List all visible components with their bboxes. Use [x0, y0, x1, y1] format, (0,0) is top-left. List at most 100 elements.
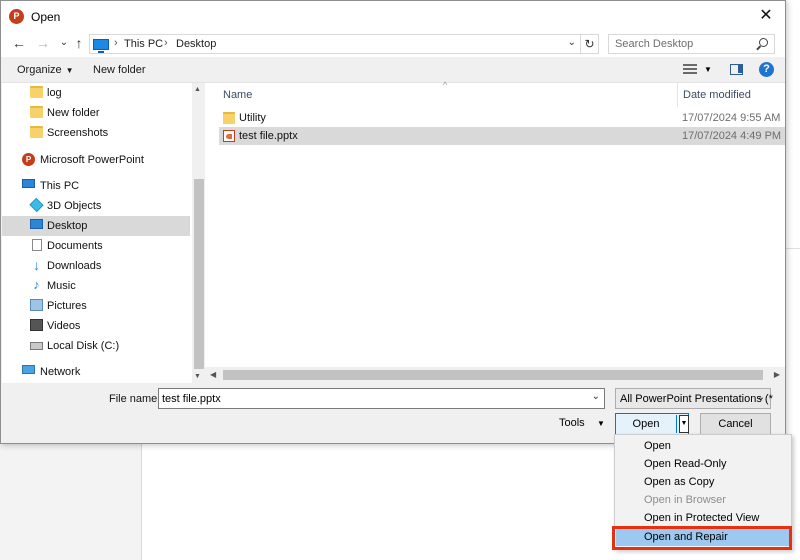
downloads-icon: ↓ — [33, 257, 40, 273]
tree-item-label: 3D Objects — [47, 200, 102, 212]
tree-item-documents[interactable]: Documents — [2, 236, 190, 256]
view-options-icon[interactable] — [683, 64, 697, 75]
chevron-down-icon[interactable]: ⌄ — [568, 37, 576, 48]
tools-button[interactable]: Tools — [559, 417, 585, 429]
scroll-up-icon[interactable]: ▲ — [194, 86, 201, 93]
open-dialog: P Open ✕ ← → ⌄ ↑ › This PC › Desktop ⌄ ↻… — [0, 0, 786, 444]
open-split-button[interactable]: Open ▼ — [615, 413, 689, 435]
tree-item-log[interactable]: log — [2, 83, 190, 103]
tree-item-videos[interactable]: Videos — [2, 316, 190, 336]
dialog-title: Open — [31, 10, 61, 24]
up-icon[interactable]: ↑ — [71, 35, 87, 51]
close-icon[interactable]: ✕ — [755, 5, 777, 27]
tree-item-label: Downloads — [47, 260, 102, 272]
file-row-test-file[interactable]: test file.pptx 17/07/2024 4:49 PM — [219, 127, 785, 145]
column-divider[interactable] — [677, 83, 678, 107]
caret-down-icon: ▼ — [65, 66, 74, 75]
music-icon: ♪ — [33, 277, 40, 292]
file-name-input[interactable] — [159, 389, 579, 408]
open-options-menu: Open Open Read-Only Open as Copy Open in… — [614, 434, 792, 550]
new-folder-button[interactable]: New folder — [93, 64, 146, 76]
search-icon[interactable] — [759, 38, 768, 47]
chevron-down-icon[interactable]: ⌄ — [592, 391, 600, 402]
breadcrumb-separator: › — [114, 37, 118, 49]
powerpoint-icon: P — [9, 9, 24, 24]
tree-item-label: Local Disk (C:) — [47, 340, 120, 352]
menu-item-label: Open in Protected View — [644, 512, 760, 524]
navigation-scrollbar[interactable]: ▲ ▼ — [192, 83, 204, 383]
scroll-left-icon[interactable]: ◀ — [210, 370, 216, 379]
tree-item-network[interactable]: Network — [2, 362, 190, 382]
help-icon[interactable]: ? — [759, 62, 774, 77]
search-input[interactable] — [609, 35, 749, 53]
menu-item-label: Open in Browser — [644, 494, 726, 506]
tree-item-3d-objects[interactable]: 3D Objects — [2, 196, 190, 216]
scroll-right-icon[interactable]: ▶ — [774, 370, 780, 379]
open-dropdown-arrow-icon[interactable]: ▼ — [679, 415, 689, 433]
forward-icon[interactable]: → — [35, 35, 51, 51]
folder-icon — [30, 126, 43, 138]
scroll-down-icon[interactable]: ▼ — [194, 373, 201, 380]
file-list: ^ Name Date modified Utility 17/07/2024 … — [205, 80, 785, 367]
powerpoint-icon: P — [22, 153, 35, 166]
file-type-select[interactable]: All PowerPoint Presentations (* ⌄ — [615, 388, 773, 409]
address-bar[interactable]: › This PC › Desktop ⌄ — [89, 34, 581, 54]
computer-icon — [22, 179, 35, 188]
breadcrumb-desktop[interactable]: Desktop — [176, 38, 216, 50]
tree-item-desktop[interactable]: Desktop — [2, 216, 190, 236]
menu-item-label: Open — [644, 440, 671, 452]
file-name: test file.pptx — [239, 130, 298, 142]
file-name-field[interactable]: ⌄ — [158, 388, 605, 409]
menu-item-label: Open Read-Only — [644, 458, 727, 470]
tree-item-new-folder[interactable]: New folder — [2, 103, 190, 123]
tree-item-screenshots[interactable]: Screenshots — [2, 123, 190, 143]
tree-item-label: This PC — [40, 180, 80, 192]
tree-item-label: log — [47, 87, 62, 99]
cancel-button[interactable]: Cancel — [700, 413, 771, 435]
file-row-utility[interactable]: Utility 17/07/2024 9:55 AM — [219, 109, 785, 127]
navigation-pane: log New folder Screenshots P Microsoft P… — [2, 83, 192, 383]
tree-item-label: Music — [47, 280, 76, 292]
file-name-label: File name: — [109, 393, 161, 405]
menu-item-label: Open and Repair — [644, 531, 728, 543]
folder-icon — [30, 86, 43, 98]
scrollbar-thumb[interactable] — [194, 179, 204, 369]
back-icon[interactable]: ← — [11, 35, 27, 51]
title-bar: P Open ✕ — [1, 1, 785, 31]
menu-item-open-in-browser: Open in Browser — [616, 491, 792, 509]
scrollbar-thumb[interactable] — [223, 370, 763, 380]
caret-down-icon[interactable]: ▼ — [704, 65, 712, 74]
menu-item-open-as-copy[interactable]: Open as Copy — [616, 473, 792, 491]
menu-item-open[interactable]: Open — [616, 437, 792, 455]
file-type-value: All PowerPoint Presentations (* — [620, 393, 773, 405]
tree-item-label: Pictures — [47, 300, 87, 312]
menu-item-open-and-repair[interactable]: Open and Repair — [616, 528, 792, 546]
tree-item-label: Network — [40, 366, 81, 378]
file-name: Utility — [239, 112, 266, 124]
tree-item-local-disk[interactable]: Local Disk (C:) — [2, 336, 190, 356]
tree-item-this-pc[interactable]: This PC — [2, 176, 190, 196]
tree-item-microsoft-powerpoint[interactable]: P Microsoft PowerPoint — [2, 150, 190, 170]
split-divider — [676, 415, 677, 433]
preview-pane-icon[interactable] — [730, 64, 743, 75]
tree-item-label: Screenshots — [47, 127, 109, 139]
documents-icon — [32, 239, 42, 251]
breadcrumb-this-pc[interactable]: This PC — [124, 38, 163, 50]
organize-button[interactable]: Organize ▼ — [17, 64, 74, 76]
open-button[interactable]: Open — [616, 418, 676, 430]
tree-item-label: New folder — [47, 107, 100, 119]
menu-item-open-read-only[interactable]: Open Read-Only — [616, 455, 792, 473]
search-box[interactable] — [608, 34, 775, 54]
menu-item-open-in-protected-view[interactable]: Open in Protected View — [616, 509, 792, 527]
horizontal-scrollbar[interactable]: ◀ ▶ — [205, 367, 785, 383]
folder-icon — [223, 112, 235, 124]
pictures-icon — [30, 299, 43, 311]
caret-down-icon[interactable]: ▼ — [597, 419, 605, 428]
refresh-icon[interactable]: ↻ — [581, 34, 599, 54]
recent-locations-icon[interactable]: ⌄ — [56, 35, 72, 51]
tree-item-label: Microsoft PowerPoint — [40, 154, 144, 166]
tree-item-music[interactable]: ♪ Music — [2, 276, 190, 296]
tree-item-pictures[interactable]: Pictures — [2, 296, 190, 316]
breadcrumb-separator: › — [164, 37, 168, 49]
tree-item-downloads[interactable]: ↓ Downloads — [2, 256, 190, 276]
